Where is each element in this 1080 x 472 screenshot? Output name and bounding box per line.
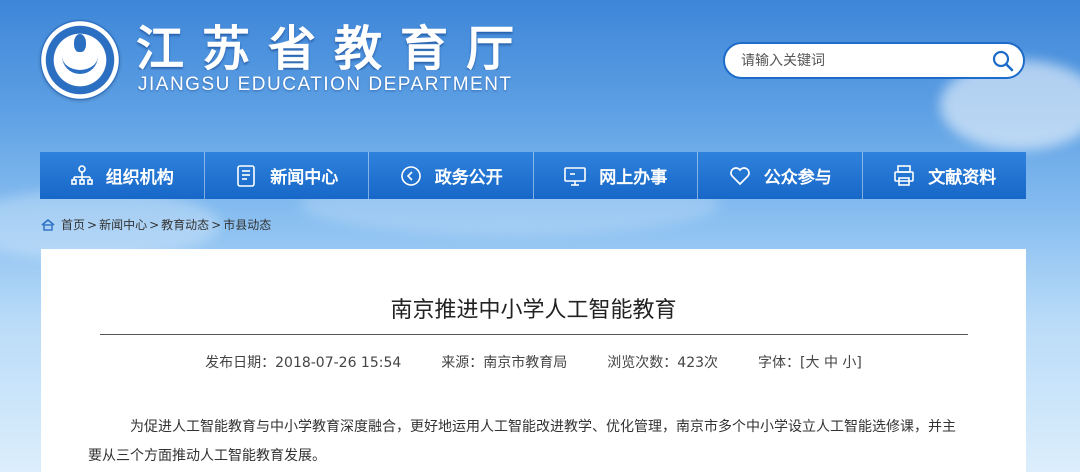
document-icon <box>234 164 258 188</box>
font-size-large-button[interactable]: 大 <box>806 355 820 371</box>
circle-arrow-icon <box>399 164 423 188</box>
title-divider <box>100 334 968 335</box>
breadcrumb-link-city-news[interactable]: 市县动态 <box>223 216 271 233</box>
nav-item-online-services[interactable]: 网上办事 <box>534 152 698 199</box>
main-nav: 组织机构 新闻中心 政务公开 网上办事 公众参与 文献资料 <box>40 152 1026 199</box>
font-size-label: 字体：[ <box>758 355 806 371</box>
nav-item-label: 公众参与 <box>763 168 832 188</box>
department-logo-icon[interactable] <box>40 20 120 100</box>
search-input[interactable] <box>725 52 983 69</box>
breadcrumb-link-news[interactable]: 新闻中心 <box>99 216 147 233</box>
org-chart-icon <box>70 164 94 188</box>
site-title[interactable]: 江苏省教育厅 <box>136 10 532 70</box>
article-title: 南京推进中小学人工智能教育 <box>390 298 677 323</box>
site-subtitle: JIANGSU EDUCATION DEPARTMENT <box>138 74 513 95</box>
nav-item-news[interactable]: 新闻中心 <box>205 152 369 199</box>
font-size-medium-button[interactable]: 中 <box>824 355 838 371</box>
font-size-bracket: ] <box>856 355 862 371</box>
font-size-small-button[interactable]: 小 <box>842 355 856 371</box>
breadcrumb: 首页 > 新闻中心 > 教育动态 > 市县动态 <box>41 216 271 233</box>
view-count: 浏览次数：423次 <box>607 355 719 371</box>
publish-date: 发布日期：2018-07-26 15:54 <box>205 355 402 371</box>
breadcrumb-home-link[interactable]: 首页 <box>61 216 85 233</box>
nav-item-label: 网上办事 <box>599 168 668 188</box>
article-paragraph: 为促进人工智能教育与中小学教育深度融合，更好地运用人工智能改进教学、优化管理，南… <box>88 419 956 464</box>
nav-item-public-participation[interactable]: 公众参与 <box>698 152 863 199</box>
site-header: 江苏省教育厅 JIANGSU EDUCATION DEPARTMENT <box>0 0 1080 145</box>
nav-item-organization[interactable]: 组织机构 <box>40 152 205 199</box>
nav-item-documents[interactable]: 文献资料 <box>863 152 1027 199</box>
search-icon <box>992 50 1014 71</box>
breadcrumb-separator: > <box>87 217 98 232</box>
monitor-icon <box>563 164 587 188</box>
printer-icon <box>892 164 916 188</box>
article-meta: 发布日期：2018-07-26 15:54 来源：南京市教育局 浏览次数：423… <box>41 352 1026 372</box>
nav-item-label: 组织机构 <box>105 168 174 188</box>
nav-item-label: 新闻中心 <box>270 168 339 188</box>
nav-item-government-affairs[interactable]: 政务公开 <box>369 152 534 199</box>
search-button[interactable] <box>983 44 1023 77</box>
article-panel: 南京推进中小学人工智能教育 发布日期：2018-07-26 15:54 来源：南… <box>41 249 1026 472</box>
breadcrumb-link-edu-news[interactable]: 教育动态 <box>161 216 209 233</box>
font-size-control: 字体：[大 中 小] <box>758 352 862 372</box>
search-box <box>723 42 1025 79</box>
nav-item-label: 文献资料 <box>928 168 997 188</box>
heart-icon <box>728 164 752 188</box>
article-source: 来源：南京市教育局 <box>441 355 568 371</box>
nav-item-label: 政务公开 <box>434 168 503 188</box>
home-icon <box>41 218 55 231</box>
breadcrumb-separator: > <box>149 217 160 232</box>
breadcrumb-separator: > <box>211 217 222 232</box>
